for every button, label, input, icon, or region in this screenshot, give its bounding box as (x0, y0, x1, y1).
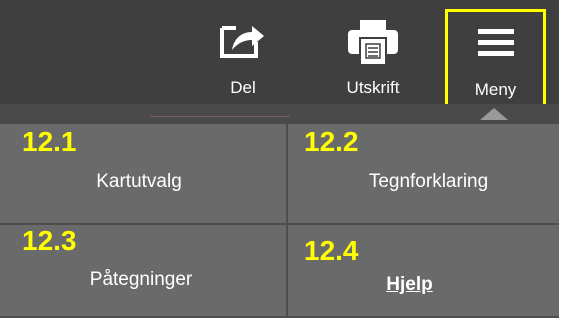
menu-item-label: Kartutvalg (96, 171, 182, 192)
menu-button[interactable]: Meny (445, 9, 546, 108)
share-icon (218, 18, 268, 65)
menu-item-kartutvalg[interactable]: 12.1 Kartutvalg (0, 124, 288, 225)
menu-item-pategninger[interactable]: 12.3 Påtegninger (0, 225, 288, 318)
annotation-number: 12.3 (22, 225, 77, 256)
map-line (150, 116, 290, 117)
print-label: Utskrift (346, 78, 400, 97)
menu-item-tegnforklaring[interactable]: 12.2 Tegnforklaring (288, 124, 559, 225)
print-button[interactable]: Utskrift (318, 0, 428, 104)
menu-item-label: Tegnforklaring (368, 171, 489, 192)
toolbar: Del Utskrift Meny (0, 0, 559, 108)
menu-panel: Del Utskrift Meny 12.1 Kartutvalg 12.2 T… (0, 0, 559, 318)
annotation-number: 12.2 (304, 126, 359, 157)
printer-icon (344, 18, 402, 71)
annotation-number: 12.1 (22, 126, 77, 157)
share-button[interactable]: Del (198, 0, 288, 104)
share-label: Del (230, 78, 256, 97)
hamburger-menu-icon (476, 26, 516, 65)
menu-item-label[interactable]: Hjelp (288, 274, 531, 296)
menu-label: Meny (474, 80, 517, 99)
menu-pointer (480, 108, 508, 120)
menu-item-label: Påtegninger (89, 269, 193, 290)
menu-grid: 12.1 Kartutvalg 12.2 Tegnforklaring 12.3… (0, 124, 559, 318)
menu-item-hjelp[interactable]: 12.4 Hjelp (288, 225, 559, 318)
annotation-number: 12.4 (304, 235, 359, 266)
map-strip (0, 104, 559, 124)
